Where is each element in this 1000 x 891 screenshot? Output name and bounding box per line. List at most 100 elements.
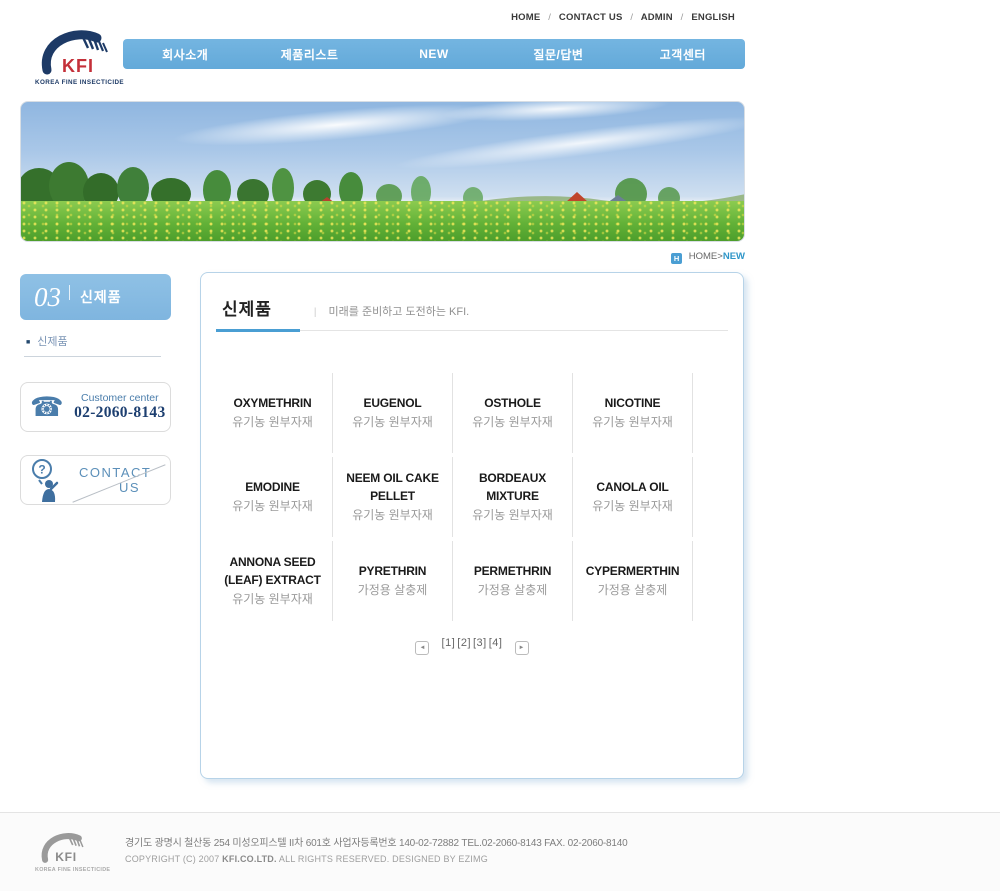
product-category: 유기농 원부자재 (232, 499, 313, 514)
product-name: PERMETHRIN (473, 563, 552, 578)
phone-icon: ☎ (30, 391, 64, 422)
product-cell[interactable]: OXYMETHRIN 유기농 원부자재 (213, 373, 333, 453)
product-category: 유기농 원부자재 (232, 591, 313, 606)
hero-meadow (21, 201, 744, 241)
page-link-1[interactable]: [1] (442, 637, 456, 649)
customer-center-label: Customer center (81, 392, 159, 404)
nav-item-qna[interactable]: 질문/답변 (496, 46, 620, 63)
product-name: CANOLA OIL (596, 479, 669, 494)
customer-center-box: ☎ Customer center 02-2060-8143 (20, 382, 171, 432)
footer-logo-caption: KOREA FINE INSECTICIDE (35, 867, 111, 873)
contact-us-label-line1: CONTACT (79, 465, 152, 480)
product-category: 유기농 원부자재 (232, 415, 313, 430)
footer: KFI KOREA FINE INSECTICIDE 경기도 광명시 철산동 2… (0, 812, 1000, 891)
product-grid: OXYMETHRIN 유기농 원부자재 EUGENOL 유기농 원부자재 OST… (213, 373, 694, 621)
product-name: ANNONA SEED (LEAF) EXTRACT (224, 555, 321, 587)
product-category: 가정용 살충제 (357, 583, 428, 598)
product-name: OSTHOLE (484, 395, 541, 410)
nav-item-company[interactable]: 회사소개 (123, 46, 247, 63)
product-name: PYRETHRIN (358, 563, 427, 578)
breadcrumb-current: NEW (722, 251, 745, 262)
divider (69, 284, 70, 300)
nav-item-new[interactable]: NEW (372, 47, 496, 61)
prev-page-button[interactable]: ◄ (415, 641, 430, 655)
product-cell[interactable]: PERMETHRIN 가정용 살충제 (453, 541, 573, 621)
sidebar-item-label: 신제품 (37, 336, 68, 348)
breadcrumb-home[interactable]: HOME (689, 251, 718, 262)
hero-image (20, 101, 745, 242)
product-cell[interactable]: OSTHOLE 유기농 원부자재 (453, 373, 573, 453)
product-cell[interactable]: CYPERMERTHIN 가정용 살충제 (573, 541, 693, 621)
bullet-icon: ■ (26, 339, 31, 346)
product-name: BORDEAUX MIXTURE (478, 471, 547, 503)
util-link-admin[interactable]: ADMIN (641, 12, 673, 23)
home-icon[interactable]: H (671, 253, 683, 264)
product-category: 유기농 원부자재 (592, 499, 673, 514)
product-name: EMODINE (245, 479, 300, 494)
section-title: 신제품 (80, 289, 122, 305)
util-link-contact-us[interactable]: CONTACT US (559, 12, 623, 23)
kfi-logo-icon: KFI (41, 30, 108, 76)
nav-item-products[interactable]: 제품리스트 (247, 46, 371, 63)
content-panel: 신제품 | 미래를 준비하고 도전하는 KFI. OXYMETHRIN 유기농 원부… (200, 272, 744, 779)
header: HOME / CONTACT US / ADMIN / ENGLISH KFI … (20, 0, 745, 101)
contact-us-box[interactable]: ? CONTACT US (20, 455, 171, 505)
product-category: 유기농 원부자재 (352, 415, 433, 430)
footer-logo-icon: KFI (41, 833, 84, 864)
footer-copyright: COPYRIGHT (C) 2007 KFI.CO.LTD. ALL RIGHT… (125, 854, 488, 864)
product-category: 가정용 살충제 (477, 583, 548, 598)
subtitle-separator: | (313, 307, 317, 318)
product-cell[interactable]: EUGENOL 유기농 원부자재 (333, 373, 453, 453)
util-link-english[interactable]: ENGLISH (691, 12, 735, 23)
product-category: 가정용 살충제 (597, 583, 668, 598)
product-cell[interactable]: ANNONA SEED (LEAF) EXTRACT 유기농 원부자재 (213, 541, 333, 621)
sidebar: 03 신제품 ■ 신제품 ☎ Customer center 02-2060-8… (20, 272, 171, 779)
product-cell[interactable]: CANOLA OIL 유기농 원부자재 (573, 457, 693, 537)
breadcrumb: H HOME>NEW (20, 242, 745, 272)
page-subtitle: | 미래를 준비하고 도전하는 KFI. (313, 306, 470, 318)
svg-text:KFI: KFI (62, 56, 94, 76)
product-name: OXYMETHRIN (233, 395, 312, 410)
product-cell[interactable]: PYRETHRIN 가정용 살충제 (333, 541, 453, 621)
footer-address: 경기도 광명시 철산동 254 미성오피스텔 II차 601호 사업자등록번호 … (125, 838, 628, 849)
pagination: ◄ [1] [2] [3] [4] ► (201, 637, 743, 655)
product-category: 유기농 원부자재 (472, 507, 553, 522)
product-cell[interactable]: NICOTINE 유기농 원부자재 (573, 373, 693, 453)
svg-text:?: ? (38, 463, 45, 477)
util-separator: / (630, 12, 634, 23)
footer-logo: KFI KOREA FINE INSECTICIDE (35, 830, 111, 873)
product-cell[interactable]: EMODINE 유기농 원부자재 (213, 457, 333, 537)
utility-nav: HOME / CONTACT US / ADMIN / ENGLISH (511, 12, 735, 23)
page-link-2[interactable]: [2] (457, 637, 471, 649)
question-person-icon: ? (32, 459, 59, 502)
next-page-icon: ► (518, 645, 525, 651)
logo-caption: KOREA FINE INSECTICIDE (35, 79, 125, 86)
customer-center-phone: 02-2060-8143 (74, 404, 166, 421)
product-cell[interactable]: BORDEAUX MIXTURE 유기농 원부자재 (453, 457, 573, 537)
kfi-logo[interactable]: KFI KOREA FINE INSECTICIDE (35, 26, 125, 86)
product-name: NEEM OIL CAKE PELLET (346, 471, 439, 503)
section-number: 03 (34, 281, 61, 312)
util-separator: / (680, 12, 684, 23)
product-category: 유기농 원부자재 (472, 415, 553, 430)
util-separator: / (548, 12, 552, 23)
product-category: 유기농 원부자재 (352, 507, 433, 522)
title-underline (216, 329, 300, 332)
sidebar-item-new-products[interactable]: ■ 신제품 (24, 333, 161, 357)
nav-item-customer-center[interactable]: 고객센터 (621, 46, 745, 63)
product-cell[interactable]: NEEM OIL CAKE PELLET 유기농 원부자재 (333, 457, 453, 537)
page-link-4[interactable]: [4] (489, 637, 503, 649)
svg-text:KFI: KFI (55, 850, 77, 864)
page-title: 신제품 (222, 300, 272, 319)
page-link-3[interactable]: [3] (473, 637, 487, 649)
product-name: CYPERMERTHIN (585, 563, 680, 578)
product-name: NICOTINE (604, 395, 661, 410)
product-name: EUGENOL (363, 395, 422, 410)
product-category: 유기농 원부자재 (592, 415, 673, 430)
util-link-home[interactable]: HOME (511, 12, 540, 23)
content-title-block: 신제품 | 미래를 준비하고 도전하는 KFI. (216, 295, 728, 332)
sidebar-section-header: 03 신제품 (20, 274, 171, 320)
main-nav: 회사소개 제품리스트 NEW 질문/답변 고객센터 (123, 39, 745, 69)
prev-page-icon: ◄ (419, 645, 426, 651)
next-page-button[interactable]: ► (514, 641, 529, 655)
